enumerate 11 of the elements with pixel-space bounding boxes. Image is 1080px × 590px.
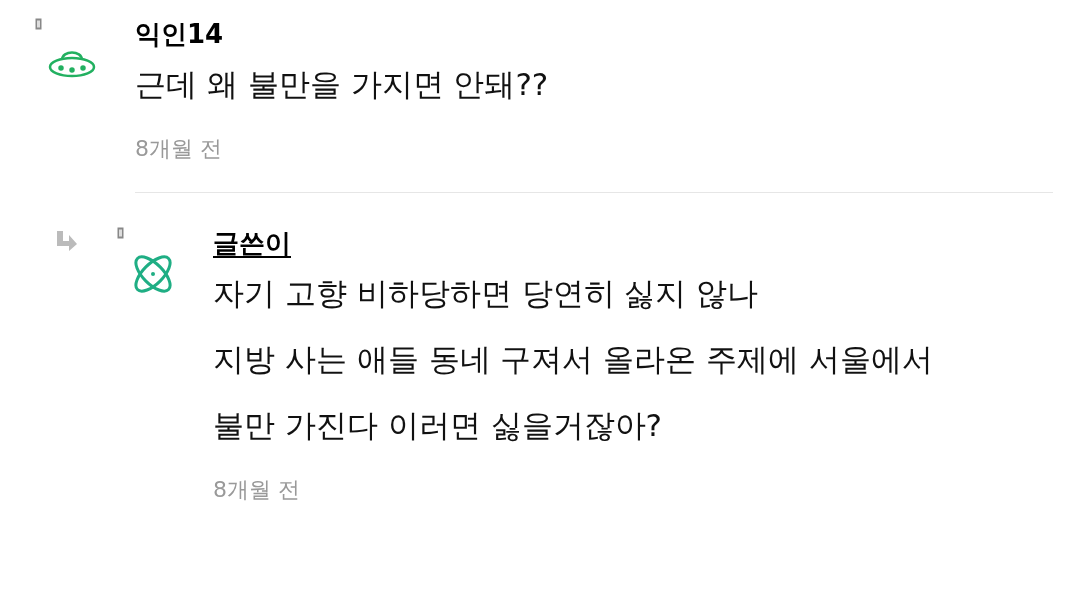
timestamp: 8개월 전 <box>213 476 301 504</box>
timestamp: 8개월 전 <box>135 135 223 163</box>
comment-text: 불만 가진다 이러면 싫을거잖아? <box>213 406 663 445</box>
reply-arrow-icon <box>55 231 79 251</box>
placeholder-glyph-icon <box>35 18 42 30</box>
comment-text: 지방 사는 애들 동네 구져서 올라온 주제에 서울에서 <box>213 340 934 379</box>
author-name[interactable]: 글쓴이 <box>213 225 291 261</box>
comment-text: 자기 고향 비하당하면 당연히 싫지 않나 <box>213 274 760 313</box>
placeholder-glyph-icon <box>117 227 124 239</box>
author-name[interactable]: 익인14 <box>135 16 224 52</box>
comment-text: 근데 왜 불만을 가지면 안돼?? <box>135 65 550 104</box>
